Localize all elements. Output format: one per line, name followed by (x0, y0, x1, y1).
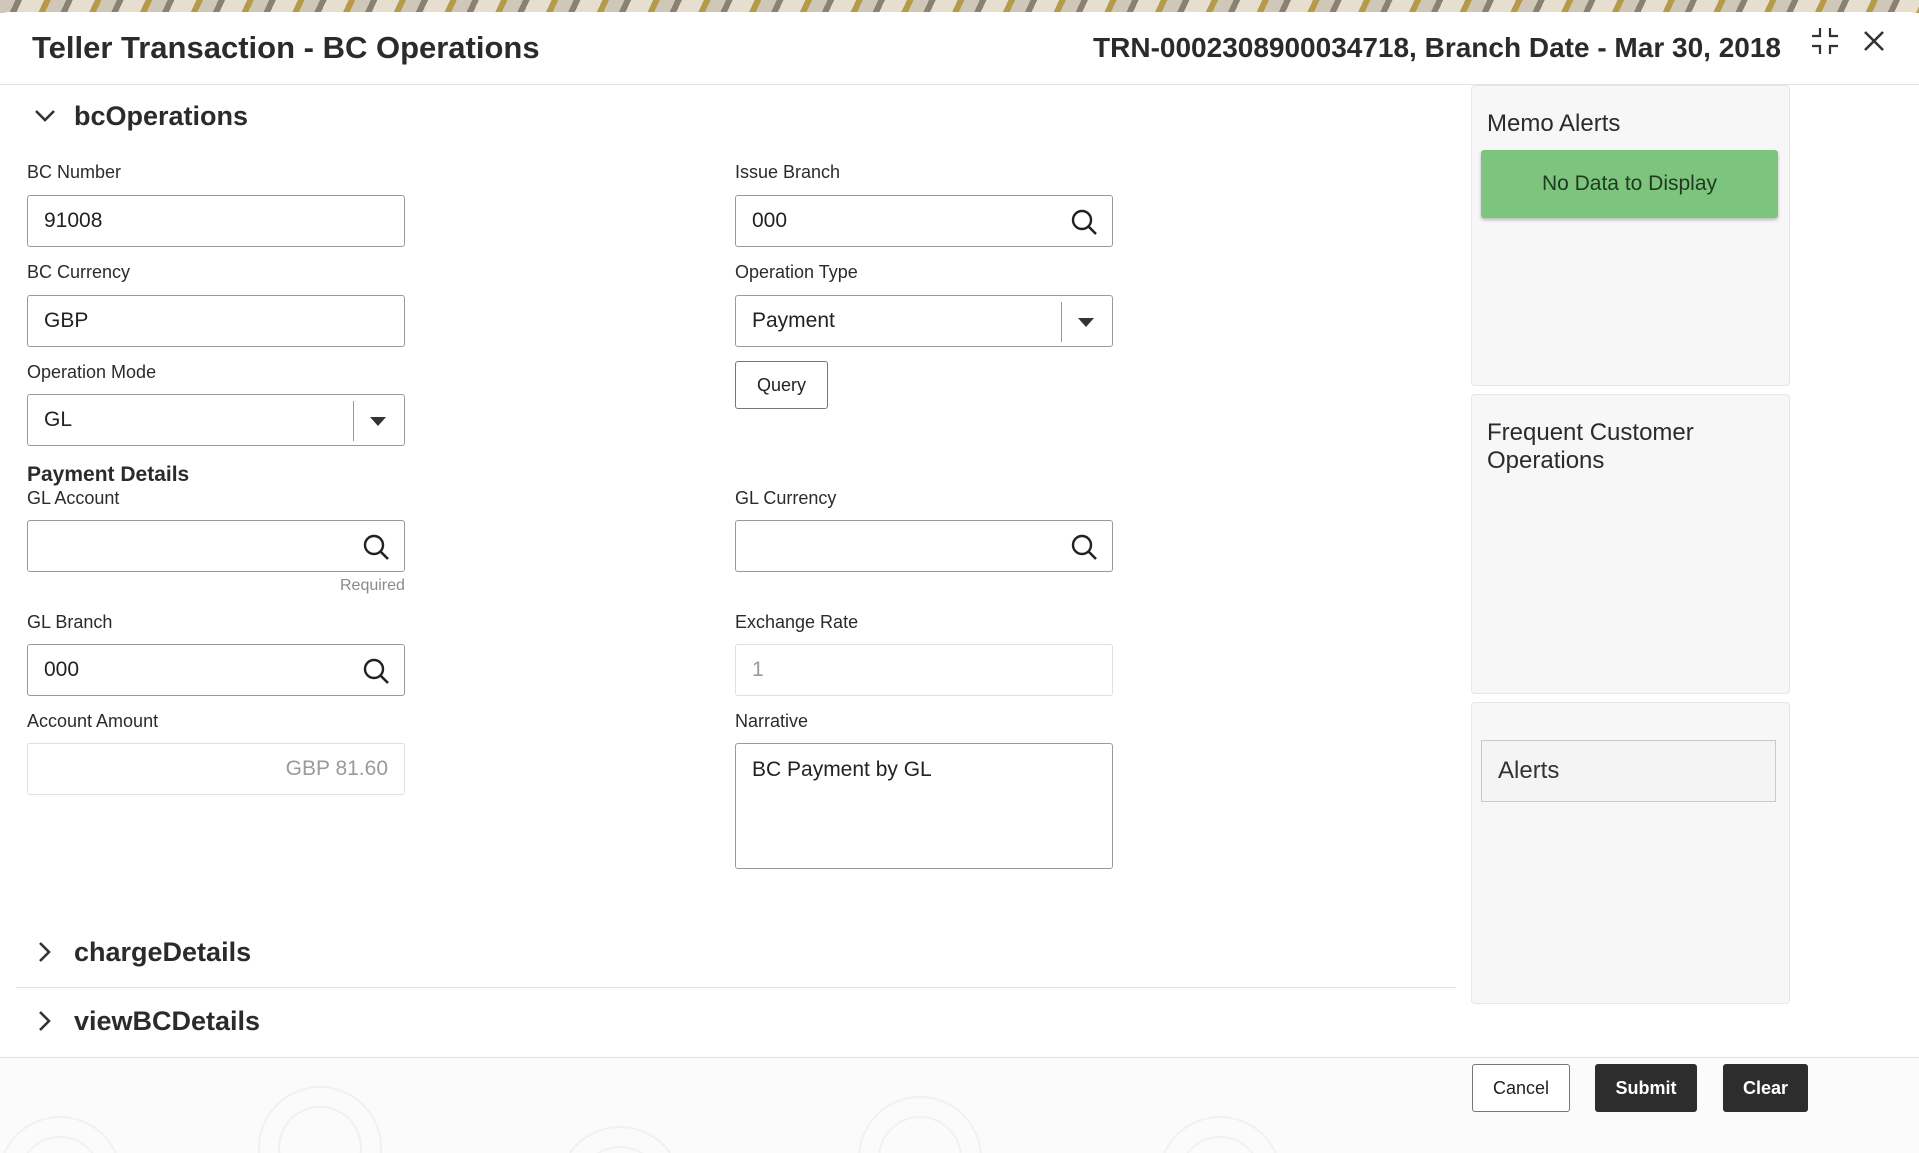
select-divider (353, 401, 354, 441)
no-data-message: No Data to Display (1481, 150, 1778, 218)
operation-mode-label: Operation Mode (27, 362, 157, 382)
chevron-down-icon (28, 99, 62, 133)
close-icon[interactable] (1857, 24, 1891, 58)
transaction-info: TRN-0002308900034718, Branch Date - Mar … (1093, 32, 1781, 63)
section-charge-details[interactable]: chargeDetails (28, 935, 251, 969)
operation-mode-value: GL (44, 408, 73, 431)
cancel-button[interactable]: Cancel (1472, 1064, 1570, 1112)
gl-branch-field[interactable]: 000 (27, 644, 405, 696)
bc-number-label: BC Number (27, 162, 122, 182)
section-label: viewBCDetails (74, 1005, 261, 1036)
exchange-rate-value: 1 (752, 658, 764, 681)
operation-mode-select[interactable]: GL (27, 394, 405, 446)
payment-details-heading: Payment Details (27, 463, 190, 486)
minimize-icon[interactable] (1808, 24, 1842, 58)
gl-currency-label: GL Currency (735, 488, 837, 508)
bc-currency-value: GBP (44, 309, 89, 332)
dialog-title: Teller Transaction - BC Operations (32, 30, 540, 65)
section-view-bc-details[interactable]: viewBCDetails (28, 1004, 260, 1038)
query-button[interactable]: Query (735, 361, 828, 409)
gl-branch-value: 000 (44, 658, 80, 681)
gl-branch-label: GL Branch (27, 612, 113, 632)
chevron-right-icon (28, 1004, 62, 1038)
account-amount-field: GBP 81.60 (27, 743, 405, 795)
bc-number-value: 91008 (44, 209, 103, 232)
operation-type-value: Payment (752, 309, 835, 332)
alerts-tab[interactable]: Alerts (1481, 740, 1776, 802)
memo-alerts-panel: Memo Alerts No Data to Display (1471, 85, 1790, 386)
bc-number-field[interactable]: 91008 (27, 195, 405, 247)
gl-currency-field[interactable] (735, 520, 1113, 572)
search-icon[interactable] (1070, 533, 1098, 561)
exchange-rate-label: Exchange Rate (735, 612, 859, 632)
issue-branch-label: Issue Branch (735, 162, 841, 182)
operation-type-label: Operation Type (735, 262, 858, 282)
account-amount-label: Account Amount (27, 711, 159, 731)
section-label: chargeDetails (74, 936, 252, 967)
narrative-label: Narrative (735, 711, 809, 731)
memo-alerts-title: Memo Alerts (1487, 110, 1621, 137)
operation-type-select[interactable]: Payment (735, 295, 1113, 347)
issue-branch-value: 000 (752, 209, 788, 232)
bc-currency-label: BC Currency (27, 262, 131, 282)
narrative-textarea[interactable]: BC Payment by GL (735, 743, 1113, 869)
gl-account-field[interactable] (27, 520, 405, 572)
dropdown-caret-icon[interactable] (1078, 318, 1094, 327)
gl-account-required-hint: Required (340, 577, 405, 594)
frequent-ops-title: Frequent Customer Operations (1487, 419, 1694, 474)
select-divider (1061, 302, 1062, 342)
teller-transaction-dialog: Teller Transaction - BC Operations TRN-0… (0, 12, 1919, 1153)
search-icon[interactable] (1070, 208, 1098, 236)
search-icon[interactable] (362, 657, 390, 685)
bc-currency-field[interactable]: GBP (27, 295, 405, 347)
chevron-right-icon (28, 935, 62, 969)
frequent-customer-operations-panel: Frequent Customer Operations (1471, 394, 1790, 694)
alerts-panel: Alerts (1471, 702, 1790, 1004)
issue-branch-field[interactable]: 000 (735, 195, 1113, 247)
exchange-rate-field: 1 (735, 644, 1113, 696)
section-divider (16, 987, 1456, 988)
account-amount-value: GBP 81.60 (285, 757, 388, 780)
search-icon[interactable] (362, 533, 390, 561)
submit-button[interactable]: Submit (1595, 1064, 1697, 1112)
clear-button[interactable]: Clear (1723, 1064, 1808, 1112)
section-label: bcOperations (74, 100, 249, 131)
dialog-header: Teller Transaction - BC Operations TRN-0… (0, 12, 1919, 85)
dropdown-caret-icon[interactable] (370, 417, 386, 426)
section-bc-operations[interactable]: bcOperations (28, 99, 248, 133)
gl-account-label: GL Account (27, 488, 120, 508)
